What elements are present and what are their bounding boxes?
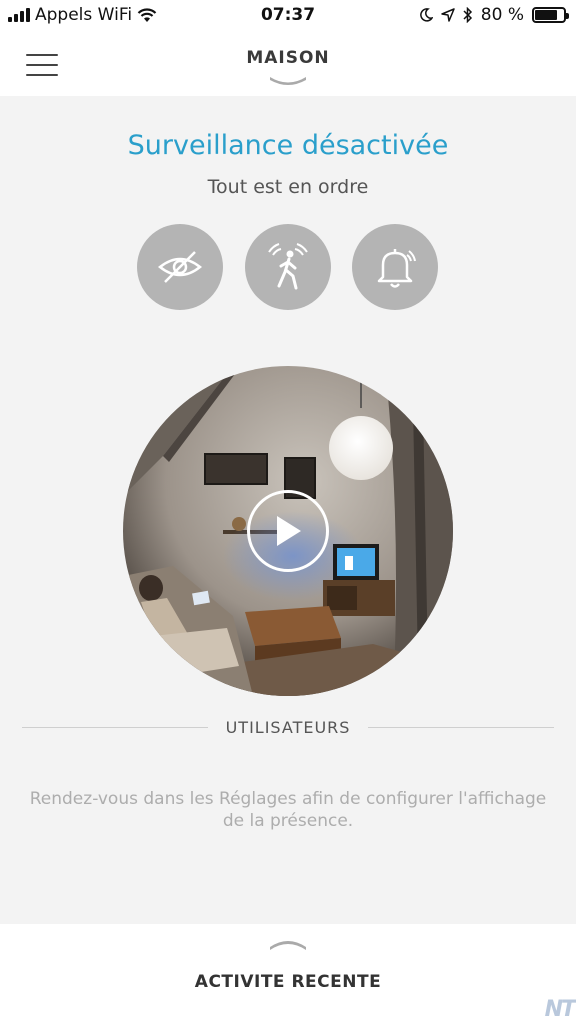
recent-activity-footer[interactable]: ACTIVITE RECENTE NT — [0, 924, 576, 1024]
location-arrow-icon — [441, 8, 455, 22]
alarm-bell-icon — [377, 249, 416, 288]
motion-detect-icon — [268, 243, 308, 290]
divider-line-left — [22, 726, 208, 728]
users-section-header: UTILISATEURS — [22, 716, 555, 738]
chevron-down-icon[interactable] — [268, 74, 308, 86]
recent-activity-label[interactable]: ACTIVITE RECENTE — [0, 972, 576, 992]
motion-detection-button[interactable] — [245, 224, 331, 310]
watermark-logo: NT — [544, 997, 576, 1022]
alarm-button[interactable] — [352, 224, 438, 310]
privacy-eye-off-icon — [157, 251, 203, 283]
battery-fill — [535, 10, 558, 20]
privacy-mode-button[interactable] — [137, 224, 223, 310]
camera-preview[interactable] — [123, 366, 453, 696]
bluetooth-icon — [463, 7, 472, 23]
play-icon — [277, 516, 301, 546]
battery-percent: 80 % — [480, 5, 524, 25]
status-subtitle: Tout est en ordre — [207, 176, 369, 198]
divider-line-right — [368, 726, 555, 728]
main-panel: Surveillance désactivée Tout est en ordr… — [0, 96, 576, 924]
home-title[interactable]: MAISON — [0, 48, 576, 68]
battery-icon — [532, 7, 569, 23]
chevron-up-icon[interactable] — [268, 939, 308, 953]
users-heading: UTILISATEURS — [225, 717, 351, 737]
settings-help-text: Rendez-vous dans les Réglages afin de co… — [29, 789, 547, 831]
moon-icon — [419, 8, 433, 22]
header: MAISON — [0, 34, 576, 96]
play-button[interactable] — [247, 490, 329, 572]
surveillance-status: Surveillance désactivée — [127, 130, 449, 161]
status-bar: Appels WiFi 07:37 80 % — [0, 0, 576, 34]
status-right: 80 % — [419, 5, 569, 25]
